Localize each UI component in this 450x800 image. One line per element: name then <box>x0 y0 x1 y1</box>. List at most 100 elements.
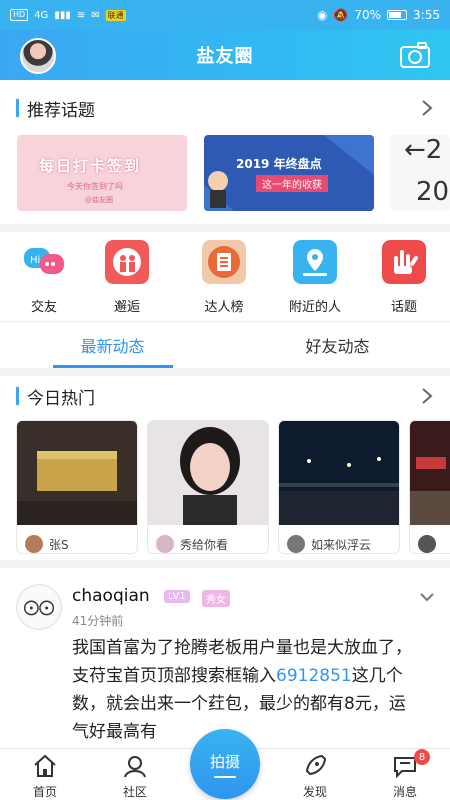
quick-icon-label: 附近的人 <box>288 300 341 315</box>
quick-icon-ranking[interactable]: 达人榜 <box>189 240 259 315</box>
section-gap <box>0 368 450 376</box>
rocket-icon <box>305 754 327 776</box>
nav-messages[interactable]: 消息 8 <box>370 749 440 800</box>
shoot-underline <box>214 775 236 778</box>
feed-post[interactable]: chaoqian LV1 秀女 41分钟前 我国首富为了抢腾老板用户量也是大放血… <box>0 568 450 748</box>
quick-icon-topics[interactable]: 话题 <box>369 240 439 315</box>
message-count-badge: 8 <box>414 749 430 765</box>
topic-card-title: ←2 <box>404 135 443 165</box>
status-bar: HD 4G ▮▮▮ ≋ ✉ 联通 ◉ 🔕 70% 3:55 <box>0 0 450 30</box>
chevron-down-icon[interactable] <box>418 590 436 604</box>
section-accent <box>16 99 19 117</box>
hot-header[interactable]: 今日热门 <box>0 376 450 416</box>
user-avatar[interactable] <box>20 38 56 74</box>
nav-discover[interactable]: 发现 <box>280 751 350 800</box>
svg-text:Hi: Hi <box>30 255 40 266</box>
battery-percent: 70% <box>354 8 382 22</box>
tag-badge: 秀女 <box>202 590 230 607</box>
bottom-navigation: 首页 社区 拍摄 发现 消息 8 <box>0 729 450 800</box>
quick-icon-label: 话题 <box>390 300 417 315</box>
level-badge: LV1 <box>164 590 190 603</box>
tab-friends[interactable]: 好友动态 <box>225 322 450 368</box>
topic-card-checkin[interactable]: 每日打卡签到 今天你签到了吗 @盐友圈 <box>17 135 187 211</box>
carrier-indicator: 联通 <box>105 9 126 21</box>
hot-card[interactable] <box>409 420 450 554</box>
chevron-right-icon[interactable] <box>420 98 434 118</box>
nav-label: 社区 <box>122 785 147 799</box>
section-accent <box>16 387 19 405</box>
nav-community[interactable]: 社区 <box>100 751 170 800</box>
hot-card-user: 秀给你看 <box>148 529 268 553</box>
signal-icon: ▮▮▮ <box>54 9 71 21</box>
message-notification-icon: ✉ <box>91 9 100 21</box>
shoot-button[interactable]: 拍摄 <box>190 729 260 799</box>
topics-title: 推荐话题 <box>27 100 95 121</box>
home-icon <box>34 754 56 777</box>
hot-photo <box>410 421 450 525</box>
quick-icon-label: 交友 <box>30 300 57 315</box>
topic-card-partial[interactable]: ←2 20 <box>390 135 450 211</box>
hot-card[interactable]: 如来似浮云 <box>278 420 400 554</box>
topic-card-subtitle: 今天你签到了吗 <box>67 182 123 191</box>
avatar <box>287 535 305 553</box>
hot-card-user: 如来似浮云 <box>279 529 399 553</box>
tab-latest[interactable]: 最新动态 <box>0 322 225 368</box>
quick-icon-encounter[interactable]: 邂逅 <box>92 240 162 315</box>
camera-icon[interactable] <box>400 42 430 68</box>
community-icon <box>124 756 146 778</box>
hot-card-username: 如来似浮云 <box>311 537 372 552</box>
topic-card-year-review[interactable]: 2019 年终盘点 这一年的收获 <box>204 135 374 211</box>
wifi-icon: ≋ <box>76 9 86 21</box>
hot-photo <box>279 421 399 525</box>
post-username[interactable]: chaoqian <box>72 586 150 606</box>
topics-header[interactable]: 推荐话题 <box>0 88 450 128</box>
location-icon <box>293 240 337 284</box>
nav-home[interactable]: 首页 <box>10 751 80 800</box>
topic-card-subtitle: 这一年的收获 <box>256 175 328 192</box>
section-gap <box>0 560 450 568</box>
quick-icon-label: 达人榜 <box>204 300 244 315</box>
couple-icon <box>105 240 149 284</box>
quick-icon-label: 邂逅 <box>113 300 140 315</box>
battery-icon <box>387 10 408 20</box>
nav-label: 发现 <box>302 785 327 799</box>
quick-icons-row: Hi 交友 邂逅 达人榜 附近的人 话题 <box>0 232 450 320</box>
topic-card-title: 每日打卡签到 <box>39 157 142 175</box>
post-number-link[interactable]: 6912851 <box>276 666 352 686</box>
hot-card[interactable]: 秀给你看 <box>147 420 269 554</box>
feed-tabs: 最新动态 好友动态 <box>0 322 450 368</box>
avatar <box>418 535 436 553</box>
hot-card-username: 张S <box>49 537 69 552</box>
section-gap <box>0 224 450 232</box>
topic-card-footer: @盐友圈 <box>85 196 113 204</box>
chat-bubbles-icon: Hi <box>24 248 64 274</box>
post-timestamp: 41分钟前 <box>72 614 124 628</box>
app-header: 盐友圈 <box>0 30 450 80</box>
topic-card-title: 2019 年终盘点 <box>236 157 322 171</box>
eye-icon: ◉ <box>316 8 328 22</box>
quick-icon-nearby[interactable]: 附近的人 <box>280 240 350 315</box>
avatar <box>156 535 174 553</box>
chevron-right-icon[interactable] <box>420 386 434 406</box>
hot-photo <box>148 421 268 525</box>
topic-card-subtitle: 20 <box>416 177 450 207</box>
nav-label: 消息 <box>392 785 417 799</box>
quick-icon-friends[interactable]: Hi 交友 <box>9 240 79 315</box>
post-body: 我国首富为了抢腾老板用户量也是大放血了，支苻宝首页顶部搜索框输入6912851这… <box>72 634 412 746</box>
ranking-list-icon <box>202 240 246 284</box>
hot-photo <box>17 421 137 525</box>
hot-card[interactable]: 张S <box>16 420 138 554</box>
hand-gesture-icon <box>382 240 426 284</box>
avatar <box>25 535 43 553</box>
network-indicator: 4G <box>34 9 49 21</box>
hot-card-username: 秀给你看 <box>180 537 229 552</box>
clock: 3:55 <box>413 8 440 22</box>
nav-label: 首页 <box>32 785 57 799</box>
post-avatar[interactable] <box>16 584 62 630</box>
hot-card-user <box>410 529 450 553</box>
year-review-graphic <box>204 135 374 211</box>
hot-card-user: 张S <box>17 529 137 553</box>
hd-indicator: HD <box>10 9 29 21</box>
app-title: 盐友圈 <box>196 46 254 67</box>
hot-title: 今日热门 <box>27 388 95 409</box>
